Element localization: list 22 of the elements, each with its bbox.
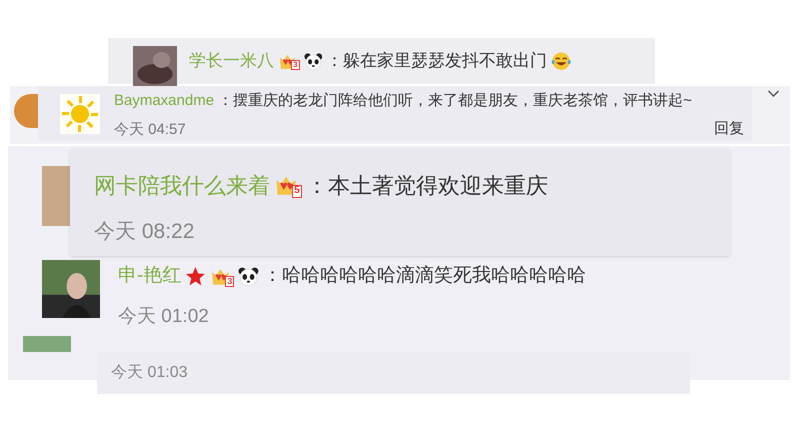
comment-text: ：哈哈哈哈哈哈滴滴笑死我哈哈哈哈哈 bbox=[263, 264, 586, 288]
username[interactable]: 学长一米八 bbox=[189, 48, 274, 74]
username[interactable]: 网卡陪我什么来着 bbox=[94, 169, 270, 202]
comment-time: 今天 08:22 bbox=[94, 219, 196, 245]
chevron-down-icon bbox=[767, 90, 780, 98]
partial-avatar bbox=[23, 336, 71, 352]
username[interactable]: 申-艳红 bbox=[118, 262, 182, 290]
panda-icon bbox=[304, 52, 322, 70]
comment-text: ：躲在家里瑟瑟发抖不敢出门 bbox=[326, 50, 548, 72]
level-label: 3 bbox=[225, 276, 234, 287]
comment-time: 今天 01:03 bbox=[111, 363, 188, 383]
username[interactable]: Baymaxandme bbox=[114, 90, 214, 112]
comment-time: 今天 04:57 bbox=[114, 120, 186, 140]
partial-avatar bbox=[42, 166, 72, 226]
partial-avatar bbox=[14, 94, 40, 128]
reply-link[interactable]: 回复 bbox=[714, 118, 744, 140]
comment-text: ：摆重庆的老龙门阵给他们听，来了都是朋友，重庆老茶馆，评书讲起~ bbox=[218, 91, 692, 111]
comment-text: ：本土著觉得欢迎来重庆 bbox=[306, 172, 548, 200]
panda-icon bbox=[238, 266, 260, 287]
star-icon bbox=[185, 266, 206, 287]
level-label: 5 bbox=[292, 185, 302, 198]
comment-time: 今天 01:02 bbox=[118, 304, 210, 328]
